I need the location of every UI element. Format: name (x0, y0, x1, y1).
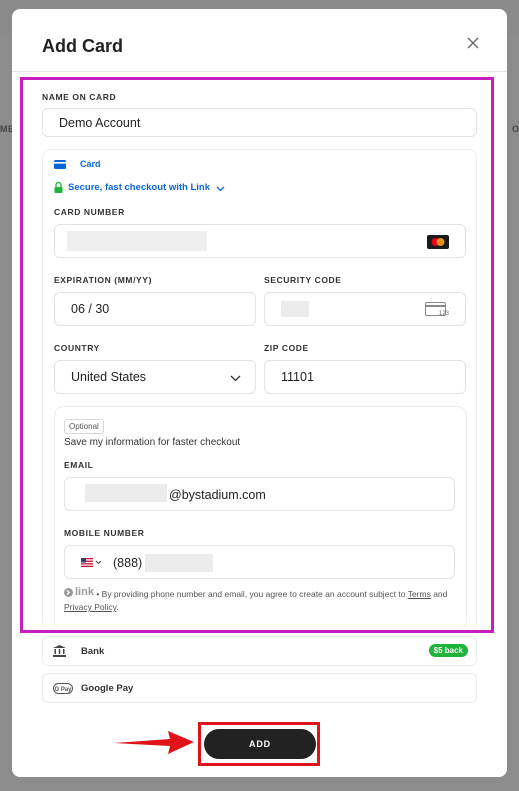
background-tab-right: O (512, 124, 519, 134)
payment-method-bank[interactable]: Bank $5 back (42, 636, 477, 666)
add-button[interactable]: ADD (204, 729, 316, 759)
add-card-dialog: Add Card NAME ON CARD Demo Account Card … (12, 9, 507, 777)
dialog-header: Add Card (12, 9, 507, 72)
red-arrow-annotation (114, 731, 194, 754)
close-icon (467, 37, 479, 49)
bank-label: Bank (81, 646, 105, 657)
google-pay-label: Google Pay (81, 683, 134, 694)
google-pay-icon: G Pay (53, 683, 73, 694)
payment-method-google-pay[interactable]: G Pay Google Pay (42, 673, 477, 703)
svg-text:G Pay: G Pay (54, 687, 72, 693)
dialog-title: Add Card (42, 36, 123, 56)
close-button[interactable] (467, 37, 481, 51)
bank-icon (53, 645, 66, 657)
card-form-highlight (20, 77, 494, 633)
cashback-badge: $5 back (428, 644, 468, 657)
